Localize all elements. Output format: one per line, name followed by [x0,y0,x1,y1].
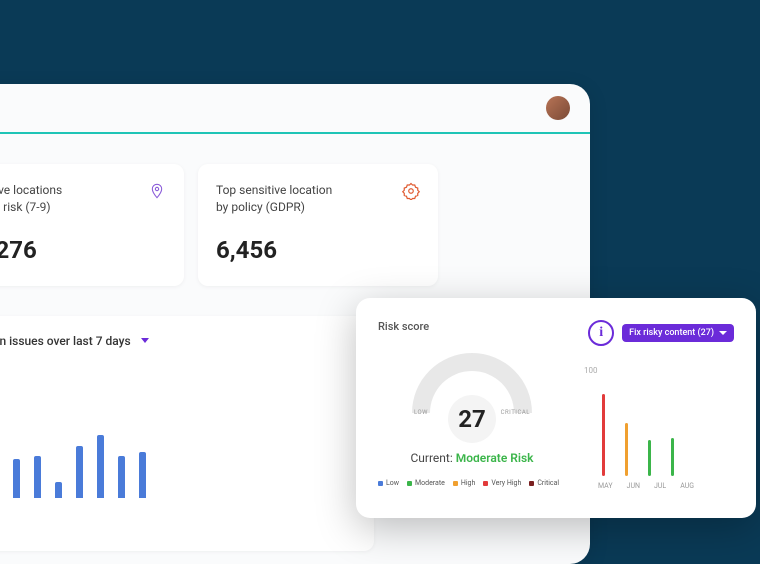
bar [671,438,674,477]
stat-card-high-risk[interactable]: Sensitive locationsby high risk (7-9) 16… [0,164,184,286]
bar [76,446,83,498]
bar [118,456,125,498]
gauge-low-label: LOW [414,409,428,416]
stat-value: 16,276 [0,236,62,264]
badge-icon [402,182,420,200]
info-icon[interactable]: i [588,320,614,346]
avatar[interactable] [546,96,570,120]
fix-risky-content-button[interactable]: Fix risky content (27) [622,324,734,342]
gauge: LOW CRITICAL 27 Current: Moderate Risk [378,353,566,465]
chevron-down-icon [719,331,727,335]
trend-chart: 100 [584,366,734,476]
stat-card-top-policy[interactable]: Top sensitive locationby policy (GDPR) 6… [198,164,438,286]
topbar [0,84,590,132]
filter-header[interactable]: Open issues over last 7 days [0,334,356,348]
chart-title: Open issues over last 7 days [0,334,131,348]
divider-accent [0,132,590,134]
stat-value: 6,456 [216,236,332,264]
bar [139,452,146,498]
bar [13,459,20,498]
bar [34,456,41,498]
legend: Low Moderate High Very High Critical [378,479,566,487]
y-tick: 100 [584,366,598,375]
gauge-high-label: CRITICAL [501,409,530,416]
x-axis: MAY JUN JUL AUG [584,482,734,490]
button-label: Fix risky content (27) [629,328,714,338]
stat-label: Top sensitive locationby policy (GDPR) [216,182,332,216]
bar [97,435,104,497]
bar [55,482,62,498]
risk-score-popup: Risk score LOW CRITICAL 27 Current: Mode… [356,298,756,518]
bar [625,423,628,476]
stats-row: tive Sensitive locationsby high risk (7-… [0,164,590,286]
chevron-down-icon [141,338,149,343]
bar [602,394,605,477]
bar [648,440,651,476]
popup-title: Risk score [378,320,566,333]
open-issues-card: Open issues over last 7 days 100 50 [0,316,374,551]
gauge-score: 27 [448,395,496,443]
location-pin-icon [148,182,166,200]
stat-label: Sensitive locationsby high risk (7-9) [0,182,62,216]
